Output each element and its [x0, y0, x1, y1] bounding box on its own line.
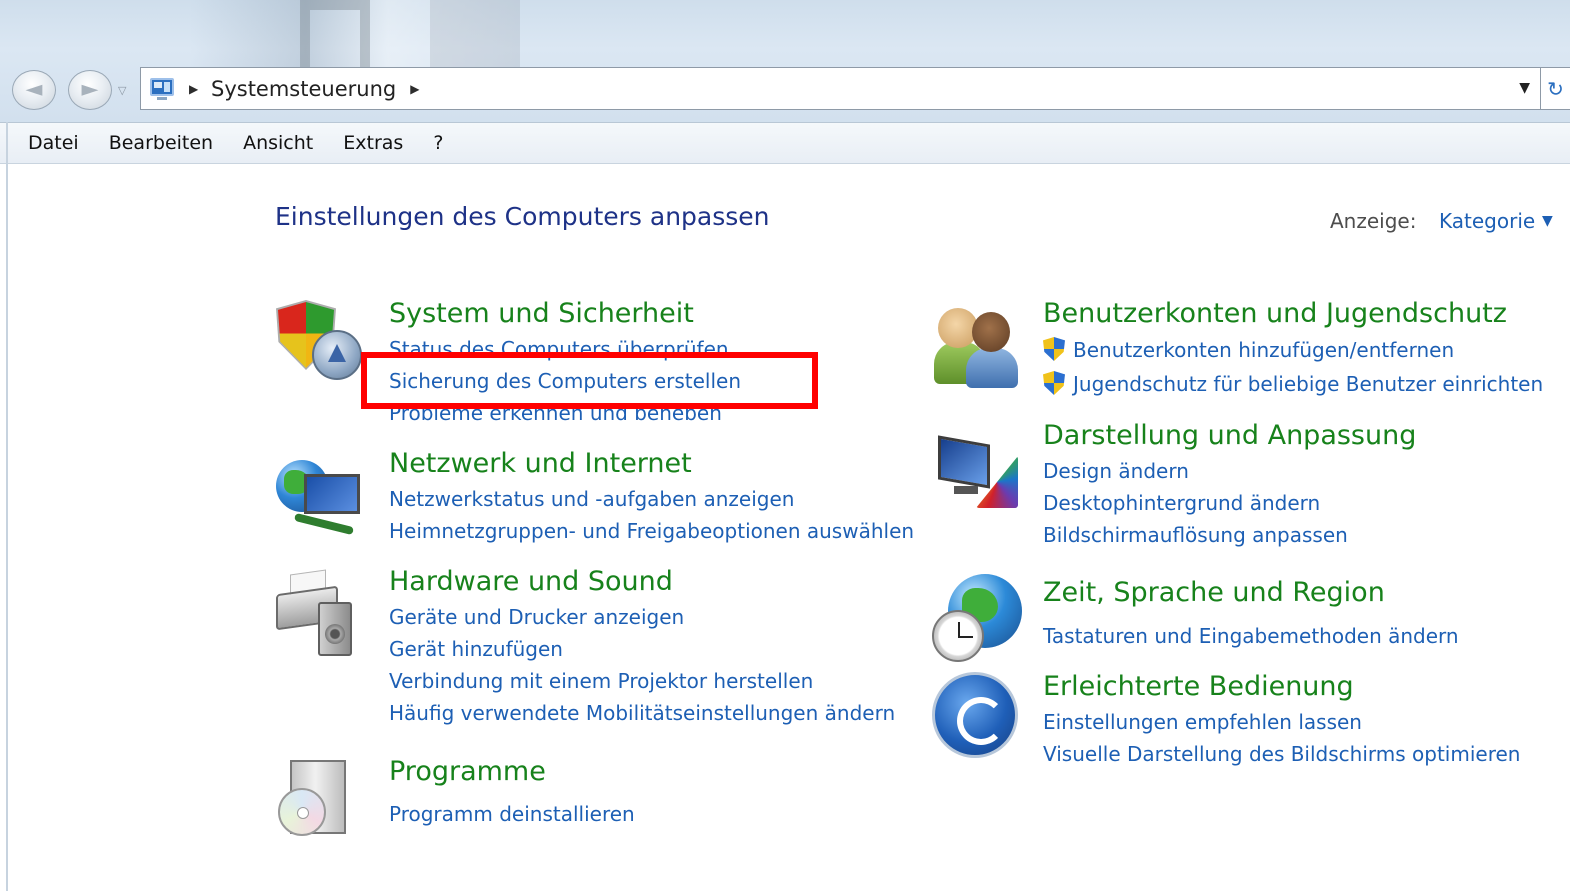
titlebar-glass-reflection	[430, 0, 520, 70]
menu-bar: Datei Bearbeiten Ansicht Extras ?	[0, 122, 1570, 164]
category-ease-of-access[interactable]: Erleichterte Bedienung	[1043, 671, 1354, 702]
clock-globe-icon[interactable]	[932, 574, 1022, 666]
address-bar[interactable]: ▶ Systemsteuerung ▶ ▼	[140, 67, 1540, 110]
uac-shield-icon	[1043, 337, 1065, 361]
window-titlebar: ◄ ► ▽ ▶ Systemsteuerung ▶ ▼ ↻	[0, 0, 1570, 122]
category-user-accounts[interactable]: Benutzerkonten und Jugendschutz	[1043, 298, 1507, 329]
network-globe-icon[interactable]	[276, 460, 360, 552]
address-dropdown-icon[interactable]: ▼	[1519, 80, 1530, 96]
link-devices-printers[interactable]: Geräte und Drucker anzeigen	[389, 605, 684, 629]
view-label: Anzeige:	[1330, 209, 1417, 233]
link-homegroup-sharing[interactable]: Heimnetzgruppen- und Freigabeoptionen au…	[389, 519, 914, 543]
link-mobility-settings[interactable]: Häufig verwendete Mobilitätseinstellunge…	[389, 701, 895, 725]
link-add-remove-accounts[interactable]: Benutzerkonten hinzufügen/entfernen	[1043, 337, 1454, 362]
back-button[interactable]: ◄	[12, 70, 56, 110]
printer-icon[interactable]	[276, 568, 356, 660]
link-optimize-display[interactable]: Visuelle Darstellung des Bildschirms opt…	[1043, 742, 1520, 766]
link-change-desktop-background[interactable]: Desktophintergrund ändern	[1043, 491, 1320, 515]
page-title: Einstellungen des Computers anpassen	[275, 202, 770, 231]
uac-shield-icon	[1043, 371, 1065, 395]
forward-button[interactable]: ►	[68, 70, 112, 110]
category-programs[interactable]: Programme	[389, 756, 546, 787]
titlebar-glass-reflection	[300, 0, 370, 70]
security-shield-icon[interactable]	[276, 300, 362, 392]
link-change-theme[interactable]: Design ändern	[1043, 459, 1189, 483]
menu-ansicht[interactable]: Ansicht	[228, 122, 328, 164]
breadcrumb-systemsteuerung[interactable]: Systemsteuerung	[211, 77, 396, 101]
appearance-monitor-icon[interactable]	[936, 432, 1018, 524]
forward-arrow-icon: ►	[81, 77, 99, 102]
menu-extras[interactable]: Extras	[328, 122, 418, 164]
category-clock-region[interactable]: Zeit, Sprache und Region	[1043, 577, 1385, 608]
link-uninstall-program[interactable]: Programm deinstallieren	[389, 802, 635, 826]
window-left-border	[6, 122, 8, 891]
link-add-device[interactable]: Gerät hinzufügen	[389, 637, 563, 661]
menu-bearbeiten[interactable]: Bearbeiten	[94, 122, 228, 164]
category-network-internet[interactable]: Netzwerk und Internet	[389, 448, 692, 479]
programs-disc-icon[interactable]	[278, 754, 358, 846]
category-hardware-sound[interactable]: Hardware und Sound	[389, 566, 673, 597]
back-arrow-icon: ◄	[25, 77, 43, 102]
link-network-status[interactable]: Netzwerkstatus und -aufgaben anzeigen	[389, 487, 794, 511]
link-keyboards-input[interactable]: Tastaturen und Eingabemethoden ändern	[1043, 624, 1459, 648]
user-accounts-icon[interactable]	[934, 302, 1018, 394]
category-system-security[interactable]: System und Sicherheit	[389, 298, 694, 329]
link-screen-resolution[interactable]: Bildschirmauflösung anpassen	[1043, 523, 1348, 547]
link-get-recommendations[interactable]: Einstellungen empfehlen lassen	[1043, 710, 1362, 734]
highlight-annotation-box	[361, 352, 818, 409]
category-appearance[interactable]: Darstellung und Anpassung	[1043, 420, 1416, 451]
ease-of-access-icon[interactable]	[932, 672, 1018, 764]
view-mode-dropdown[interactable]: Kategorie	[1439, 209, 1535, 233]
breadcrumb-separator-icon[interactable]: ▶	[189, 82, 203, 96]
link-connect-projector[interactable]: Verbindung mit einem Projektor herstelle…	[389, 669, 813, 693]
control-panel-icon	[147, 76, 177, 102]
refresh-button[interactable]: ↻	[1540, 67, 1570, 110]
recent-pages-dropdown[interactable]: ▽	[118, 84, 134, 97]
menu-datei[interactable]: Datei	[0, 122, 94, 164]
link-parental-controls[interactable]: Jugendschutz für beliebige Benutzer einr…	[1043, 371, 1543, 396]
view-dropdown-icon[interactable]: ▼	[1542, 213, 1553, 229]
breadcrumb-chevron-icon[interactable]: ▶	[410, 82, 419, 96]
menu-help[interactable]: ?	[418, 122, 458, 164]
refresh-icon: ↻	[1547, 76, 1564, 101]
